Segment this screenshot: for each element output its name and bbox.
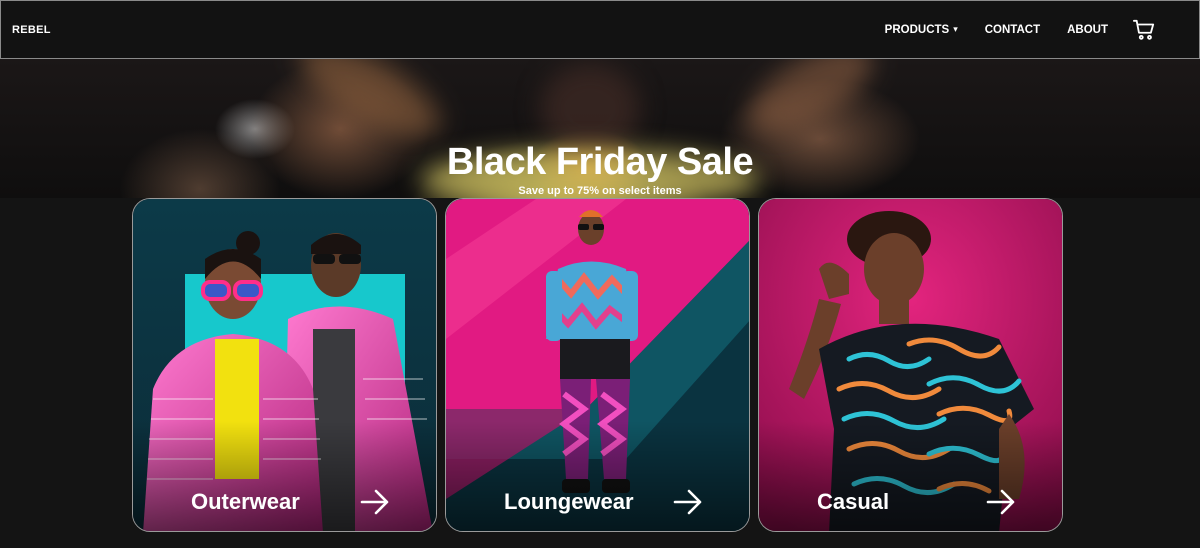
- hero-title: Black Friday Sale: [446, 141, 754, 183]
- category-card-loungewear[interactable]: Loungewear: [445, 198, 750, 532]
- arrow-right-icon[interactable]: [986, 487, 1016, 517]
- card-label-outerwear: Outerwear: [191, 489, 300, 514]
- arrow-right-icon[interactable]: [673, 487, 703, 517]
- hero-subtitle: Save up to 75% on select items: [518, 185, 682, 197]
- nav-contact[interactable]: CONTACT: [985, 24, 1040, 36]
- nav-products-label: PRODUCTS: [884, 23, 950, 36]
- brand-logo[interactable]: REBEL: [12, 24, 51, 36]
- card-label-loungewear: Loungewear: [504, 489, 634, 514]
- nav-links: PRODUCTS ▾ CONTACT ABOUT: [858, 19, 1155, 41]
- arrow-right-icon[interactable]: [360, 487, 390, 517]
- top-navbar: REBEL PRODUCTS ▾ CONTACT ABOUT: [0, 0, 1200, 59]
- nav-about[interactable]: ABOUT: [1067, 24, 1108, 36]
- category-card-casual[interactable]: Casual: [758, 198, 1063, 532]
- card-label-casual: Casual: [817, 489, 890, 514]
- chevron-down-icon: ▾: [953, 24, 958, 34]
- nav-products[interactable]: PRODUCTS ▾: [885, 24, 958, 36]
- cart-icon[interactable]: [1133, 19, 1155, 41]
- category-card-outerwear[interactable]: Outerwear: [132, 198, 437, 532]
